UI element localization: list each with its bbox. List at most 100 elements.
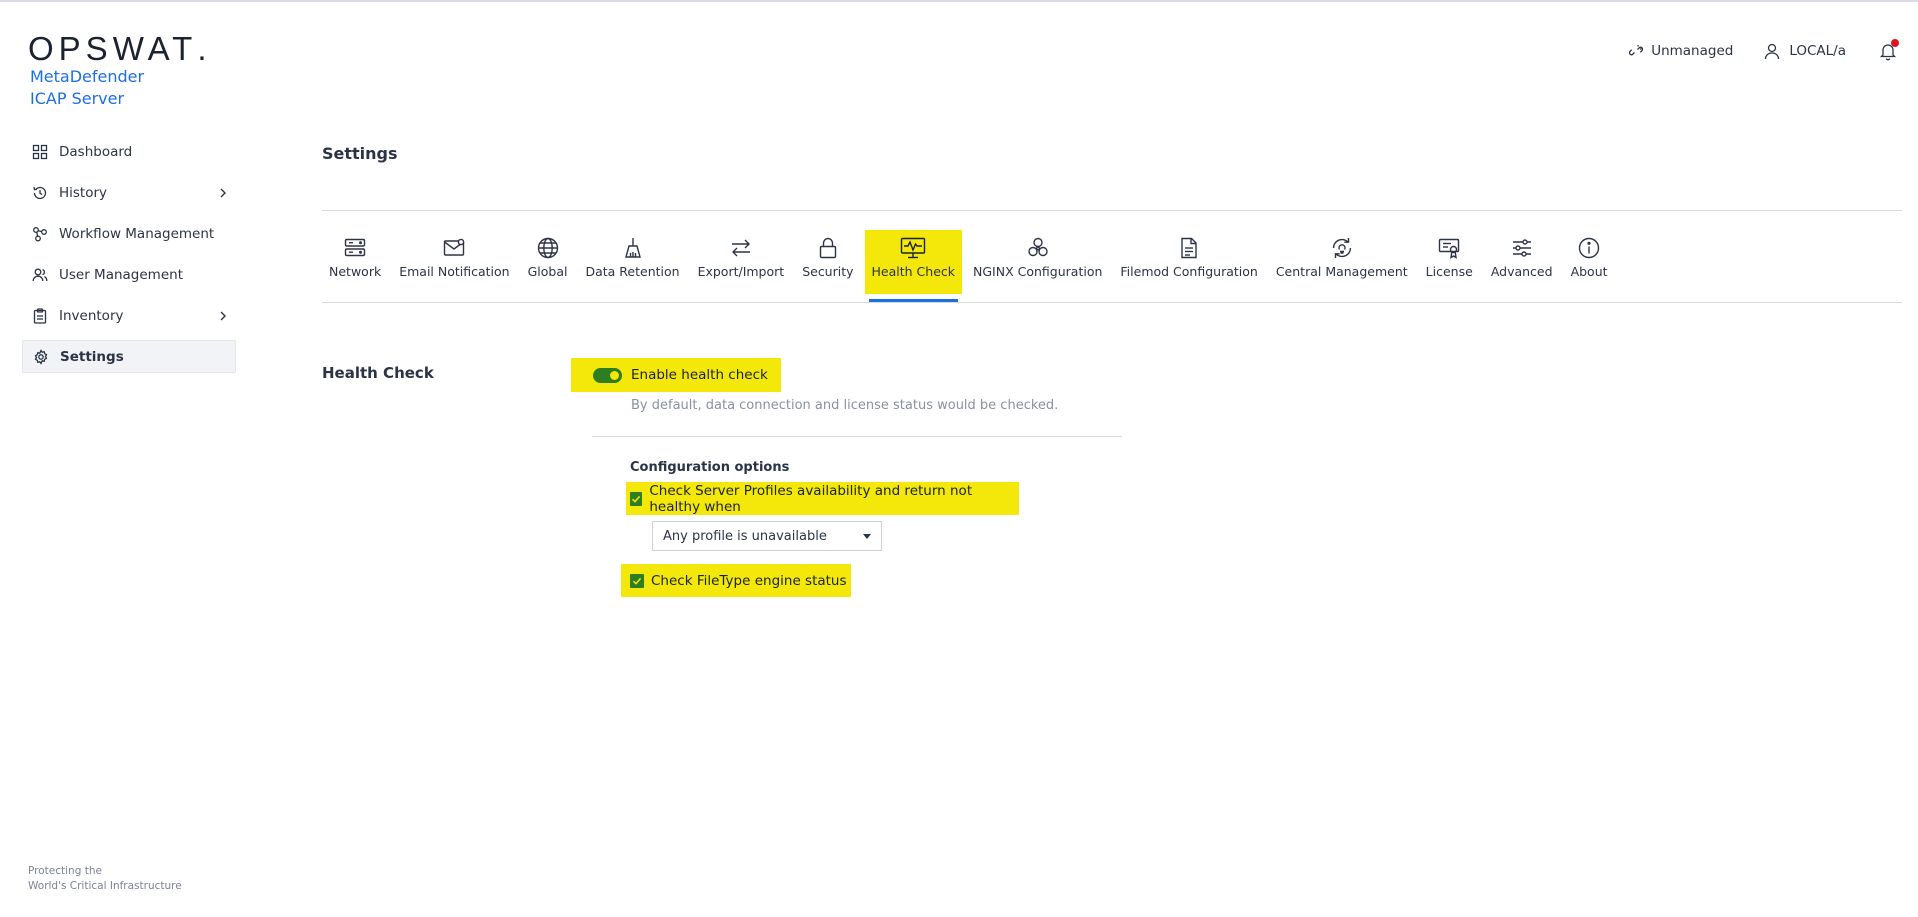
enable-health-check-row: Enable health check — [571, 358, 781, 392]
notification-badge — [1891, 39, 1899, 47]
user-label: LOCAL/a — [1789, 43, 1846, 59]
sliders-icon — [1509, 235, 1535, 261]
page-title: Settings — [322, 144, 398, 163]
check-server-profiles-checkbox[interactable] — [630, 491, 643, 506]
tab-label: Health Check — [871, 264, 956, 279]
history-icon — [32, 185, 48, 201]
workflow-icon — [32, 226, 48, 242]
sidebar-item-history[interactable]: History — [22, 176, 236, 209]
tab-label: About — [1570, 264, 1608, 279]
divider — [322, 210, 1902, 211]
check-filetype-engine-row: Check FileType engine status — [621, 564, 851, 597]
sidebar-item-dashboard[interactable]: Dashboard — [22, 135, 236, 168]
certificate-icon — [1436, 235, 1462, 261]
server-icon — [342, 235, 368, 261]
sidebar-item-label: Settings — [60, 348, 124, 365]
sidebar-item-workflow-management[interactable]: Workflow Management — [22, 217, 236, 250]
enable-health-check-label[interactable]: Enable health check — [631, 367, 768, 383]
tagline-line1: Protecting the — [28, 865, 102, 877]
tab-label: Central Management — [1275, 264, 1408, 279]
checkmark-icon — [632, 577, 642, 585]
tab-about[interactable]: About — [1564, 230, 1615, 302]
broken-link-icon — [1629, 45, 1644, 56]
tab-global[interactable]: Global — [521, 230, 575, 302]
tab-license[interactable]: License — [1419, 230, 1480, 302]
sidebar-item-label: Workflow Management — [59, 225, 215, 242]
sidebar-item-label: User Management — [59, 266, 183, 283]
health-check-hint: By default, data connection and license … — [631, 398, 1059, 413]
tab-filemod-configuration[interactable]: Filemod Configuration — [1113, 230, 1264, 302]
tab-label: Network — [329, 264, 382, 279]
tab-email-notification[interactable]: Email Notification — [392, 230, 516, 302]
tab-label: Email Notification — [399, 264, 510, 279]
sync-bulb-icon — [1329, 235, 1355, 261]
check-filetype-engine-label[interactable]: Check FileType engine status — [651, 573, 847, 589]
sidebar-item-user-management[interactable]: User Management — [22, 258, 236, 291]
top-border — [0, 0, 1918, 2]
sidebar-item-label: Inventory — [59, 307, 124, 324]
tab-data-retention[interactable]: Data Retention — [578, 230, 686, 302]
tab-label: Data Retention — [585, 264, 680, 279]
chevron-right-icon[interactable] — [216, 186, 230, 200]
monitor-pulse-icon — [900, 235, 926, 261]
user-menu[interactable]: LOCAL/a — [1763, 42, 1846, 60]
check-filetype-engine-checkbox[interactable] — [630, 573, 644, 588]
globe-icon — [535, 235, 561, 261]
opswat-logo: OPSWAT. — [28, 30, 207, 68]
toggle-knob — [610, 370, 619, 380]
product-name-line1: MetaDefender — [30, 67, 145, 86]
chevron-right-icon[interactable] — [216, 309, 230, 323]
tab-central-management[interactable]: Central Management — [1269, 230, 1415, 302]
divider — [592, 436, 1122, 437]
info-icon — [1576, 235, 1602, 261]
tab-export-import[interactable]: Export/Import — [691, 230, 792, 302]
check-server-profiles-label[interactable]: Check Server Profiles availability and r… — [649, 483, 1019, 515]
lock-icon — [815, 235, 841, 261]
sidebar-item-settings[interactable]: Settings — [22, 340, 236, 373]
header-actions: Unmanaged LOCAL/a — [1599, 39, 1899, 62]
user-icon — [1765, 43, 1780, 60]
sidebar-nav: Dashboard History Workflow Management Us… — [22, 135, 236, 381]
tagline-line2: World's Critical Infrastructure — [28, 880, 182, 892]
clipboard-icon — [32, 307, 48, 324]
tab-label: Advanced — [1490, 264, 1553, 279]
nodes-icon — [1025, 235, 1051, 261]
checkmark-icon — [632, 495, 641, 503]
tab-label: Filemod Configuration — [1120, 264, 1258, 279]
tab-label: Global — [527, 264, 568, 279]
check-server-profiles-row: Check Server Profiles availability and r… — [626, 482, 1019, 515]
product-name: MetaDefender ICAP Server — [30, 66, 144, 110]
tab-health-check[interactable]: Health Check — [864, 230, 963, 302]
logo-text: OPSWAT — [28, 30, 198, 67]
enable-health-check-toggle[interactable] — [593, 367, 622, 383]
product-name-line2: ICAP Server — [30, 89, 125, 108]
tab-label: Export/Import — [697, 264, 785, 279]
logo-dot: . — [197, 30, 207, 67]
profile-condition-select[interactable]: Any profile is unavailable — [652, 521, 882, 551]
settings-tabs: Network Email Notification Global Data R… — [322, 230, 1615, 302]
configuration-options-title: Configuration options — [630, 460, 790, 475]
sidebar-item-label: History — [59, 184, 108, 201]
tab-nginx-configuration[interactable]: NGINX Configuration — [966, 230, 1109, 302]
notifications-button[interactable] — [1878, 39, 1899, 61]
dashboard-grid-icon — [32, 144, 48, 160]
tab-label: License — [1425, 264, 1473, 279]
caret-down-icon — [863, 534, 871, 539]
tab-network[interactable]: Network — [322, 230, 388, 302]
sidebar-item-inventory[interactable]: Inventory — [22, 299, 236, 332]
tagline: Protecting the World's Critical Infrastr… — [28, 864, 182, 894]
unmanaged-status[interactable]: Unmanaged — [1629, 43, 1733, 59]
broom-icon — [620, 235, 646, 261]
email-icon — [441, 235, 467, 261]
tab-security[interactable]: Security — [795, 230, 860, 302]
tabs-divider — [322, 302, 1902, 303]
section-label: Health Check — [322, 364, 434, 382]
tab-label: Security — [802, 264, 854, 279]
gear-icon — [33, 348, 49, 365]
arrows-swap-icon — [728, 235, 754, 261]
tab-label: NGINX Configuration — [973, 264, 1103, 279]
sidebar: OPSWAT. MetaDefender ICAP Server Dashboa… — [0, 0, 250, 917]
tab-advanced[interactable]: Advanced — [1484, 230, 1560, 302]
sidebar-item-label: Dashboard — [59, 143, 133, 160]
users-icon — [32, 267, 48, 283]
